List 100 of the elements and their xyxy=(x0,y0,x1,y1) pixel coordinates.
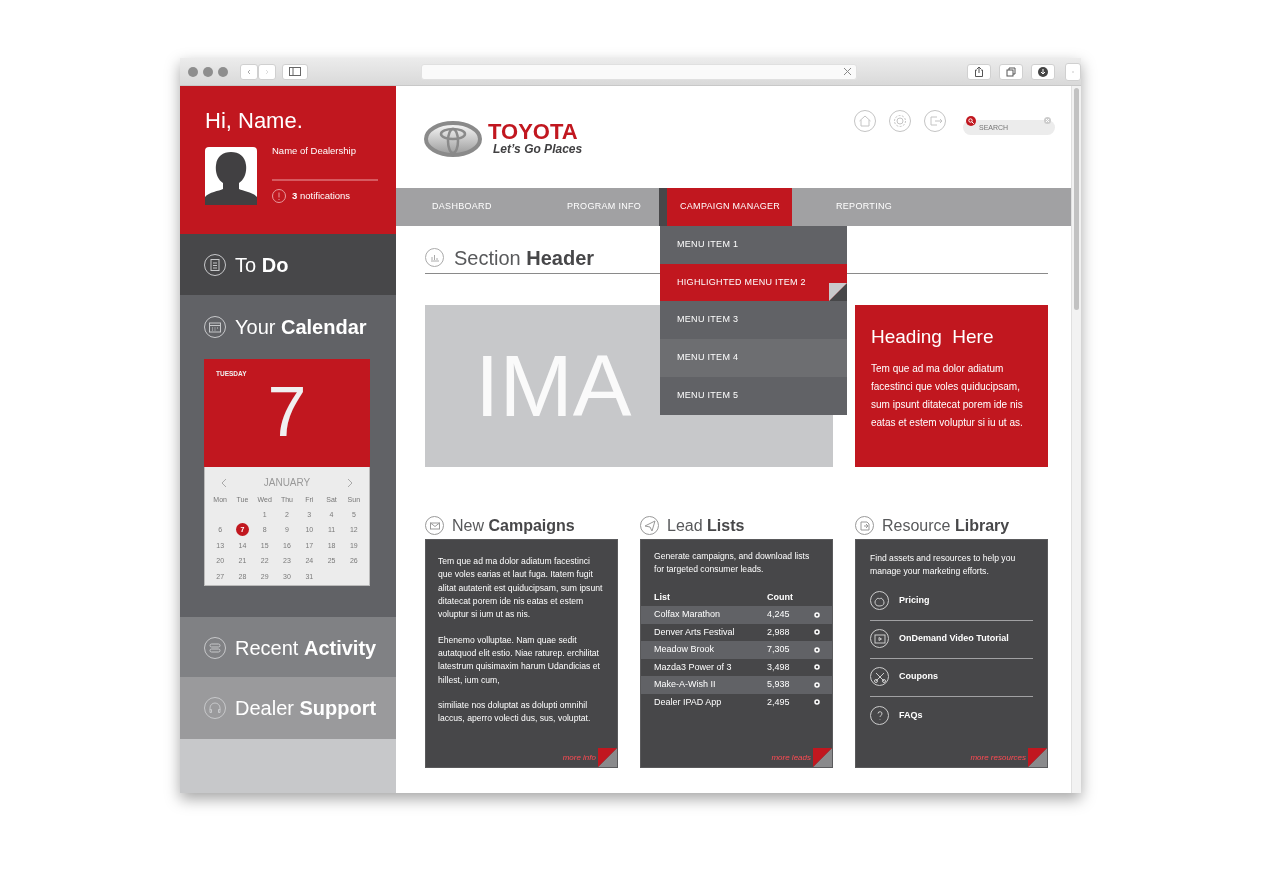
row-action-icon[interactable] xyxy=(814,664,820,671)
folded-corner-icon xyxy=(1028,748,1047,767)
more-link[interactable]: more leads xyxy=(771,752,811,764)
nav-tab[interactable]: DASHBOARD xyxy=(396,188,531,226)
menu-item[interactable]: MENU ITEM 5 xyxy=(660,377,847,415)
search-icon[interactable] xyxy=(966,115,976,126)
row-action-icon[interactable] xyxy=(814,699,820,706)
folded-corner-icon xyxy=(598,748,617,767)
panel-icon xyxy=(425,516,445,536)
section-header: Section Header xyxy=(454,245,595,271)
brand-name: TOYOTA xyxy=(488,121,578,144)
table-cell-text: Colfax Marathon xyxy=(654,608,722,622)
table-cell-text: Dealer IPAD App xyxy=(654,695,723,709)
share-button[interactable] xyxy=(967,63,991,80)
download-icon xyxy=(1038,66,1048,77)
row-action-icon[interactable] xyxy=(814,646,820,653)
back-button[interactable] xyxy=(240,63,258,80)
column-header: Count xyxy=(767,590,793,604)
menu-item[interactable]: MENU ITEM 4 xyxy=(660,339,847,377)
table-cell-text: Meadow Brook xyxy=(654,643,716,657)
emblem-icon xyxy=(424,120,482,158)
notifications-link[interactable]: 3 notifications xyxy=(292,189,351,204)
folded-corner-icon xyxy=(829,283,847,301)
table-cell-text: 2,988 xyxy=(767,625,791,639)
tabs-icon xyxy=(1006,66,1016,77)
paragraph: Tem que ad ma dolor adiatum facestinci que voles earias et laut fuga. Itatem fugit alitat autatenit est quiducipsam, sum ipsunt ditatecat porem ide nis eatas et estem voluptur si ium ut as nis. xyxy=(438,555,604,622)
intro-text: Find assets and resources to help you manage your marketing efforts. xyxy=(869,552,1017,579)
resource-link[interactable]: Pricing xyxy=(870,582,1033,621)
address-field[interactable] xyxy=(421,63,857,80)
more-link[interactable]: more info xyxy=(562,752,596,764)
new-tab-button[interactable] xyxy=(1065,62,1081,81)
paragraph: Ehenemo volluptae. Nam quae sedit autatquod elit estio. Niae raturep. erchilitat latestrum quisimaxim harum Udandicias et hillest, ium cum, xyxy=(438,633,601,687)
table-cell-text: 2,495 xyxy=(767,695,791,709)
chart-icon xyxy=(425,247,445,268)
table-cell-text: Make-A-Wish II xyxy=(654,678,717,692)
dealership-name: Name of Dealership xyxy=(272,144,357,158)
menu-item[interactable]: MENU ITEM 3 xyxy=(660,301,847,339)
settings-button[interactable] xyxy=(889,110,911,132)
section-title[interactable]: To Do xyxy=(235,249,289,280)
panel-title: Lead Lists xyxy=(667,516,745,536)
month-label: JANUARY xyxy=(263,476,311,490)
resource-link[interactable]: Coupons xyxy=(870,658,1033,697)
window-control-icon[interactable] xyxy=(188,66,198,77)
nav-tab[interactable]: PROGRAM INFO xyxy=(531,188,659,226)
tagline: Let’s Go Places xyxy=(492,143,583,157)
forward-button[interactable] xyxy=(258,63,276,80)
sidebar-button[interactable] xyxy=(282,63,308,80)
menu-item[interactable]: MENU ITEM 1 xyxy=(660,226,847,264)
resource-icon xyxy=(870,705,890,726)
previous-month-icon[interactable] xyxy=(221,477,227,488)
column-header: List xyxy=(654,590,671,604)
table-cell-text: Denver Arts Festival xyxy=(654,625,736,639)
close-icon[interactable] xyxy=(843,67,852,76)
share-icon xyxy=(974,66,984,77)
resource-icon xyxy=(870,667,890,688)
row-action-icon[interactable] xyxy=(814,611,820,618)
section-icon xyxy=(204,253,226,276)
window-control-icon[interactable] xyxy=(203,66,213,77)
table-cell-text: 5,938 xyxy=(767,678,791,692)
row-action-icon[interactable] xyxy=(814,681,820,688)
intro-text: Generate campaigns, and download lists for targeted consumer leads. xyxy=(653,550,811,577)
section-icon xyxy=(204,696,226,719)
resource-icon xyxy=(870,591,890,612)
greeting: Hi, Name. xyxy=(205,110,304,132)
resource-link[interactable]: OnDemand Video Tutorial xyxy=(870,620,1033,659)
section-icon xyxy=(204,636,226,659)
scrollbar[interactable] xyxy=(1071,86,1081,793)
table-cell-text: 3,498 xyxy=(767,660,791,674)
section-title[interactable]: Your Calendar xyxy=(235,312,367,342)
home-button[interactable] xyxy=(854,110,876,132)
next-month-icon[interactable] xyxy=(347,477,353,488)
window-control-icon[interactable] xyxy=(218,66,228,77)
alert-icon xyxy=(272,189,286,204)
panel-title: Resource Library xyxy=(882,516,1010,536)
nav-tab[interactable]: REPORTING xyxy=(792,188,932,226)
section-icon xyxy=(204,316,226,338)
more-link[interactable]: more resources xyxy=(970,752,1026,764)
table-cell-text: 4,245 xyxy=(767,608,791,622)
avatar-icon xyxy=(205,147,257,205)
sidebar-icon xyxy=(289,67,301,76)
date-number: 7 xyxy=(266,376,308,447)
resource-icon xyxy=(870,629,890,650)
panel-title: New Campaigns xyxy=(452,516,575,536)
panel-icon xyxy=(640,516,660,536)
logout-button[interactable] xyxy=(924,110,946,132)
resource-link[interactable]: FAQs xyxy=(870,696,1033,735)
table-cell-text: 7,305 xyxy=(767,643,791,657)
download-button[interactable] xyxy=(1031,63,1055,80)
paragraph: similiate nos doluptat as dolupti omnihil laccus, aperro volecti dus, sus, voluptat. xyxy=(438,698,592,726)
scrollbar-thumb[interactable] xyxy=(1074,88,1079,310)
row-action-icon[interactable] xyxy=(814,629,820,636)
table-cell-text: Mazda3 Power of 3 xyxy=(654,660,733,674)
menu-item[interactable]: HIGHLIGHTED MENU ITEM 2 xyxy=(660,264,847,301)
feature-text: Tem que ad ma dolor adiatum facestinci que voles quiducipsam, sum ipsunt ditatecat porem ide nis eatas et estem voluptur si iu ut as. xyxy=(871,361,1024,430)
folded-corner-icon xyxy=(813,748,832,767)
tabs-button[interactable] xyxy=(999,63,1023,80)
feature-heading: Heading Here xyxy=(871,325,995,349)
clear-icon[interactable] xyxy=(1044,117,1051,124)
panel-icon xyxy=(855,516,875,536)
nav-tab[interactable]: CAMPAIGN MANAGER xyxy=(659,188,792,226)
